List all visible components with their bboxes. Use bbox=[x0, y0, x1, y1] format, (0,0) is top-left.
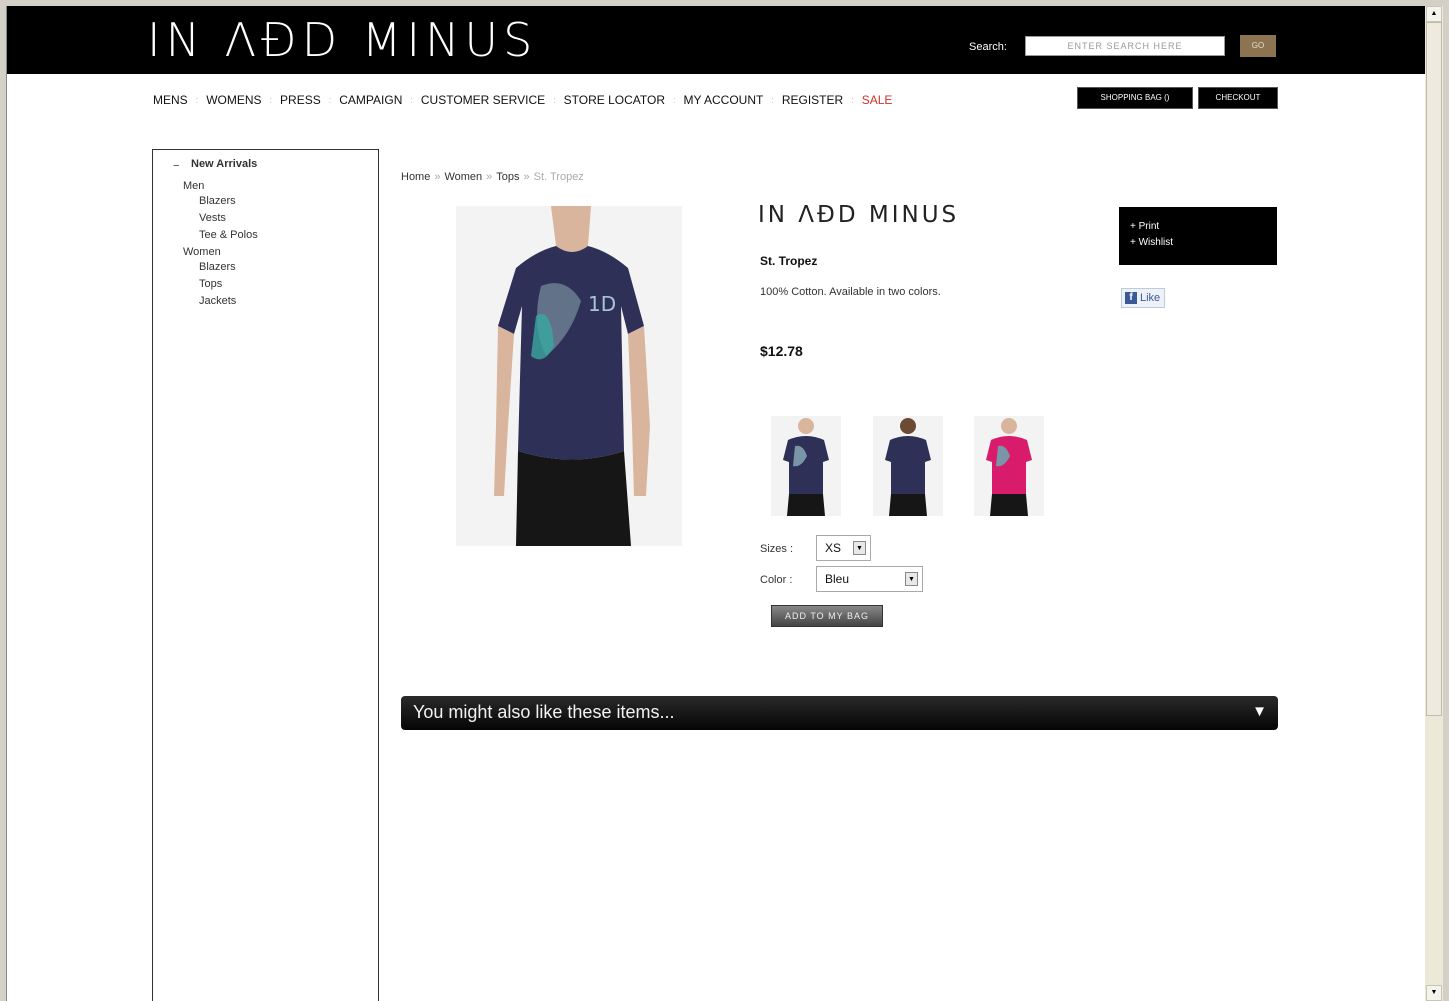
related-items-label: You might also like these items... bbox=[413, 702, 675, 722]
svg-text:1D: 1D bbox=[588, 292, 616, 316]
nav-separator: : bbox=[771, 95, 774, 105]
scroll-thumb[interactable] bbox=[1426, 22, 1442, 716]
sidebar-title[interactable]: New Arrivals bbox=[191, 158, 257, 170]
site-logo[interactable]: IN ΛÐD MINUS bbox=[147, 14, 537, 66]
sidebar-item-men[interactable]: Men bbox=[183, 180, 204, 192]
sidebar-item-men-tees[interactable]: Tee & Polos bbox=[199, 229, 258, 241]
breadcrumb-women[interactable]: Women bbox=[444, 171, 482, 183]
main-nav: MENS : WOMENS : PRESS : CAMPAIGN : CUSTO… bbox=[153, 92, 892, 108]
product-thumbnail-front[interactable] bbox=[771, 416, 841, 516]
model-tshirt-photo: 1D bbox=[456, 206, 682, 546]
sidebar-item-women[interactable]: Women bbox=[183, 246, 221, 258]
breadcrumb-current: St. Tropez bbox=[533, 171, 584, 183]
search-label: Search: bbox=[969, 41, 1007, 53]
product-thumbnail-back[interactable] bbox=[873, 416, 943, 516]
checkout-button[interactable]: CHECKOUT bbox=[1198, 87, 1278, 109]
nav-separator: : bbox=[851, 95, 854, 105]
like-label: Like bbox=[1140, 292, 1161, 304]
nav-separator: : bbox=[553, 95, 556, 105]
nav-my-account[interactable]: MY ACCOUNT bbox=[684, 93, 764, 107]
color-select[interactable]: Bleu ▼ bbox=[816, 566, 923, 592]
breadcrumb-separator: » bbox=[486, 171, 493, 183]
color-value: Bleu bbox=[825, 572, 850, 586]
nav-store-locator[interactable]: STORE LOCATOR bbox=[564, 93, 665, 107]
dropdown-arrow-icon[interactable]: ▼ bbox=[905, 572, 918, 586]
nav-customer-service[interactable]: CUSTOMER SERVICE bbox=[421, 93, 545, 107]
nav-press[interactable]: PRESS bbox=[280, 93, 321, 107]
nav-register[interactable]: REGISTER bbox=[782, 93, 843, 107]
breadcrumb-home[interactable]: Home bbox=[401, 171, 430, 183]
site-header: IN ΛÐD MINUS Search: GO bbox=[7, 6, 1425, 74]
shopping-bag-button[interactable]: SHOPPING BAG () bbox=[1077, 87, 1193, 109]
sidebar-item-women-jackets[interactable]: Jackets bbox=[199, 295, 236, 307]
breadcrumb-tops[interactable]: Tops bbox=[496, 171, 519, 183]
wishlist-link[interactable]: + Wishlist bbox=[1130, 235, 1277, 251]
nav-separator: : bbox=[673, 95, 676, 105]
related-items-bar[interactable]: You might also like these items... ▼ bbox=[401, 696, 1278, 730]
facebook-like-button[interactable]: f Like bbox=[1121, 288, 1166, 308]
expand-arrow-icon[interactable]: ▼ bbox=[1252, 703, 1267, 720]
size-value: XS bbox=[825, 541, 842, 555]
nav-separator: : bbox=[410, 95, 413, 105]
product-thumbnail-pink[interactable] bbox=[974, 416, 1044, 516]
breadcrumb: Home» Women» Tops» St. Tropez bbox=[401, 171, 584, 183]
product-description: 100% Cotton. Available in two colors. bbox=[760, 286, 941, 298]
print-link[interactable]: + Print bbox=[1130, 219, 1277, 235]
nav-separator: : bbox=[269, 95, 273, 105]
color-label: Color : bbox=[760, 574, 793, 586]
product-brand: IN ΛÐD MINUS bbox=[758, 202, 960, 228]
sidebar-item-women-blazers[interactable]: Blazers bbox=[199, 261, 236, 273]
facebook-icon: f bbox=[1125, 292, 1137, 304]
nav-campaign[interactable]: CAMPAIGN bbox=[339, 93, 402, 107]
scroll-down-icon[interactable]: ▼ bbox=[1426, 985, 1442, 1001]
product-name: St. Tropez bbox=[760, 254, 818, 268]
breadcrumb-separator: » bbox=[523, 171, 530, 183]
product-main-image[interactable]: 1D bbox=[456, 206, 682, 546]
nav-separator: : bbox=[195, 95, 199, 105]
size-label: Sizes : bbox=[760, 543, 794, 555]
nav-sale[interactable]: SALE bbox=[862, 93, 893, 107]
dropdown-arrow-icon[interactable]: ▼ bbox=[853, 541, 866, 555]
sidebar-item-women-tops[interactable]: Tops bbox=[199, 278, 222, 290]
go-button[interactable]: GO bbox=[1240, 35, 1276, 57]
breadcrumb-separator: » bbox=[434, 171, 441, 183]
page: IN ΛÐD MINUS Search: GO MENS : WOMENS : … bbox=[6, 6, 1425, 1001]
collapse-icon[interactable]: − bbox=[173, 160, 179, 172]
category-sidebar: − New Arrivals Men Blazers Vests Tee & P… bbox=[152, 149, 379, 1001]
search-input[interactable] bbox=[1025, 36, 1225, 56]
product-price: $12.78 bbox=[760, 343, 803, 359]
scroll-up-icon[interactable]: ▲ bbox=[1426, 6, 1442, 22]
nav-separator: : bbox=[328, 95, 332, 105]
product-tools: + Print + Wishlist bbox=[1119, 207, 1277, 265]
nav-mens[interactable]: MENS bbox=[153, 93, 188, 107]
sidebar-item-men-blazers[interactable]: Blazers bbox=[199, 195, 236, 207]
size-select[interactable]: XS ▼ bbox=[816, 535, 871, 561]
vertical-scrollbar[interactable]: ▲ ▼ bbox=[1425, 6, 1443, 1001]
add-to-bag-button[interactable]: ADD TO MY BAG bbox=[771, 605, 883, 627]
nav-womens[interactable]: WOMENS bbox=[206, 93, 261, 107]
sidebar-item-men-vests[interactable]: Vests bbox=[199, 212, 226, 224]
